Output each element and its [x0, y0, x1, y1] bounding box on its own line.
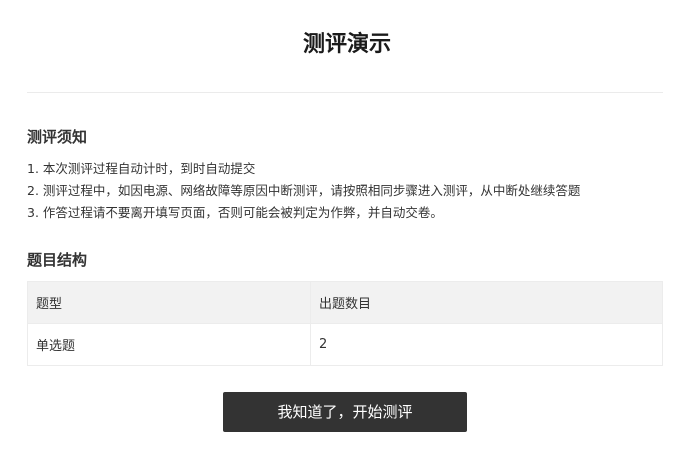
question-structure-table: 题型 出题数目 单选题 2 [27, 281, 663, 366]
column-header-count: 出题数目 [310, 281, 663, 324]
notice-heading: 测评须知 [27, 128, 88, 146]
notice-list: 1. 本次测评过程自动计时，到时自动提交 2. 测评过程中，如因电源、网络故障等… [27, 158, 667, 224]
table-row: 单选题 2 [27, 323, 663, 366]
notice-item: 3. 作答过程请不要离开填写页面，否则可能会被判定为作弊，并自动交卷。 [27, 205, 443, 220]
cell-question-type: 单选题 [27, 323, 311, 366]
start-assessment-button[interactable]: 我知道了，开始测评 [223, 392, 467, 432]
cell-question-count: 2 [310, 323, 663, 366]
notice-item: 1. 本次测评过程自动计时，到时自动提交 [27, 161, 256, 176]
assessment-intro-page: 测评演示 测评须知 1. 本次测评过程自动计时，到时自动提交 2. 测评过程中，… [0, 0, 694, 462]
page-title: 测评演示 [302, 32, 391, 57]
title-divider [27, 92, 663, 93]
column-header-type: 题型 [27, 281, 311, 324]
table-header-row: 题型 出题数目 [27, 281, 663, 324]
notice-item: 2. 测评过程中，如因电源、网络故障等原因中断测评，请按照相同步骤进入测评，从中… [27, 183, 581, 198]
structure-heading: 题目结构 [27, 251, 88, 269]
